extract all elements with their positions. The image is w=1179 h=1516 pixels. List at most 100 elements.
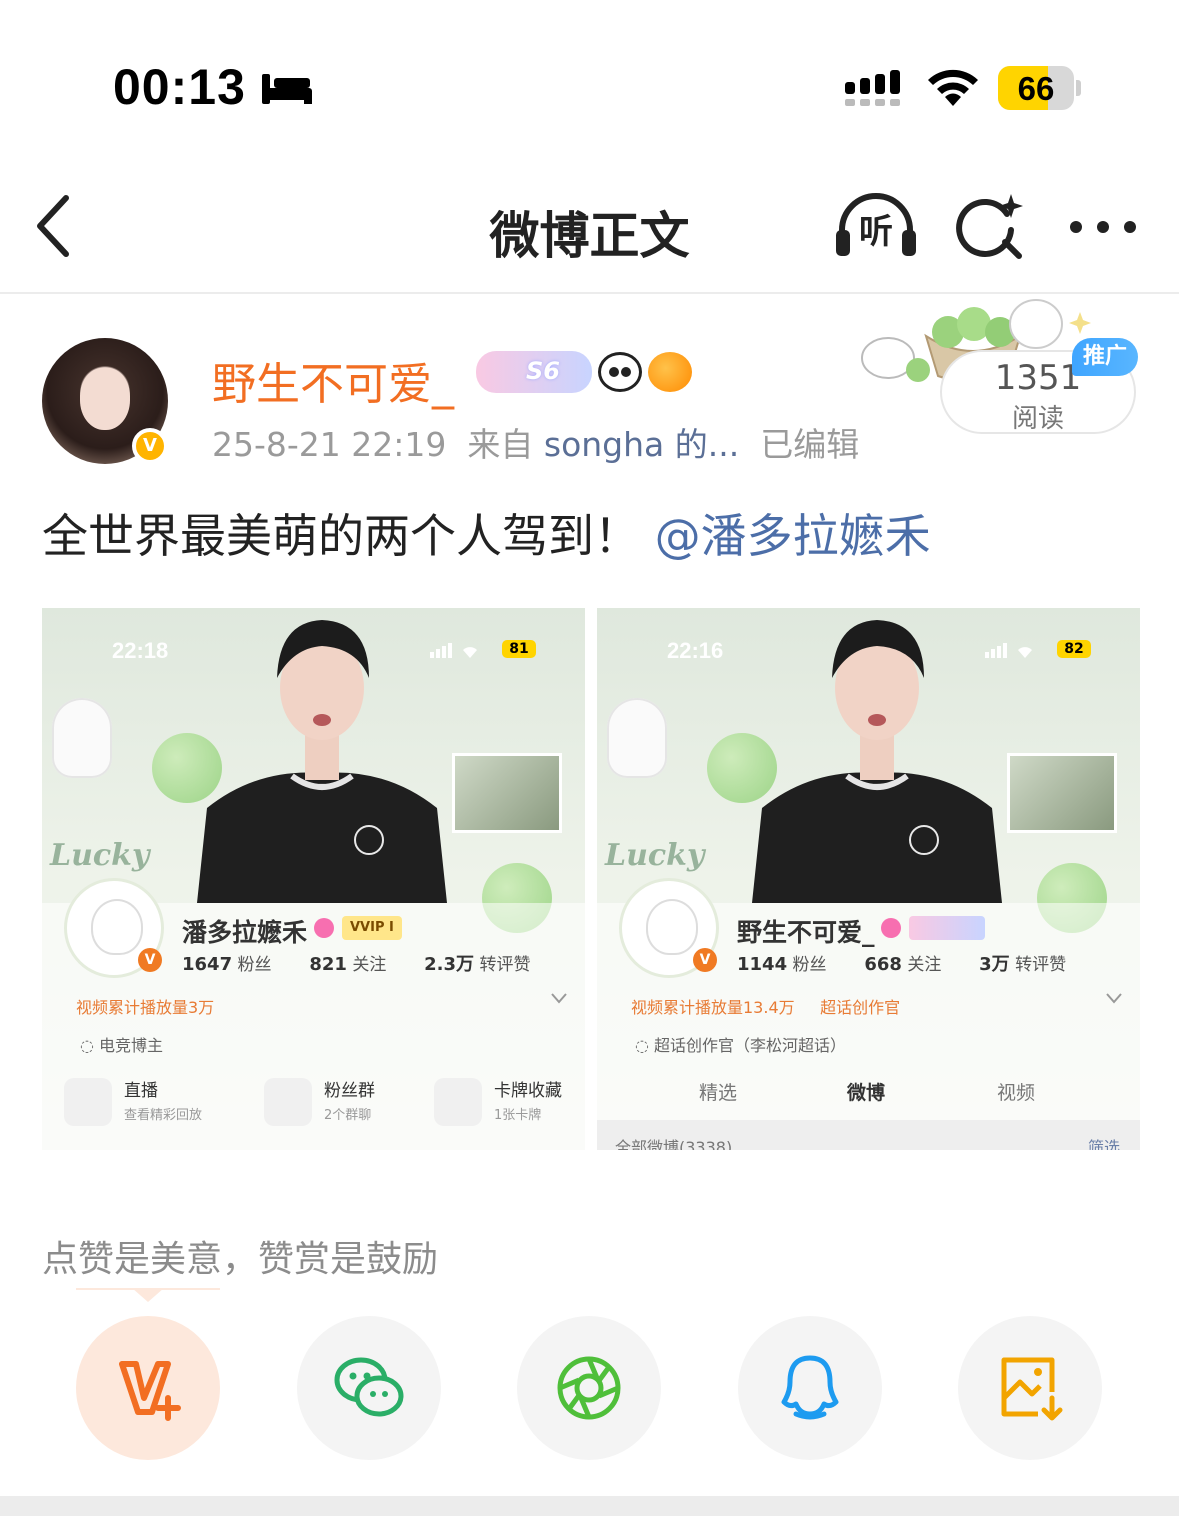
bunny-plush-icon	[607, 698, 667, 778]
battery-tip	[1076, 80, 1081, 96]
cell-sub: 1张卡牌	[494, 1108, 542, 1123]
inner-battery: 81	[502, 640, 536, 658]
share-wechat-button[interactable]	[297, 1316, 441, 1460]
nav-bar: 微博正文 听	[0, 160, 1179, 294]
chevron-down-icon	[1106, 993, 1122, 1004]
author-name[interactable]: 野生不可爱_	[212, 348, 454, 412]
stat-label: 粉丝	[792, 955, 827, 975]
chevron-down-icon	[551, 993, 567, 1004]
lucky-sticker: Lucky	[50, 838, 150, 873]
inner-thumbnail	[1007, 753, 1117, 833]
avatar-face	[80, 368, 130, 430]
inner-feature-row: 直播 查看精彩回放 粉丝群 2个群聊 卡牌收藏 1张卡牌	[42, 1070, 585, 1150]
signal-icon	[845, 70, 900, 106]
promo-tag[interactable]: 推广	[1072, 338, 1138, 376]
cell-title: 直播	[124, 1081, 158, 1101]
pointer-arrow	[132, 1288, 164, 1302]
cell-sub: 查看精彩回放	[124, 1108, 203, 1123]
stat-label: 关注	[352, 955, 387, 975]
edited-label[interactable]: 已编辑	[760, 425, 859, 464]
stat-value: 2.3万	[424, 954, 475, 975]
card-collection-icon	[434, 1078, 482, 1126]
post-meta: 25-8-21 22:19 来自 songha 的... 已编辑	[212, 418, 859, 466]
more-icon[interactable]	[1066, 210, 1140, 244]
fish-badge-icon[interactable]	[648, 352, 692, 392]
moments-icon	[557, 1356, 621, 1420]
inner-status-time: 22:18	[112, 638, 169, 663]
stat-label: 粉丝	[237, 955, 272, 975]
play-count-text: 视频累计播放量13.4万	[631, 998, 795, 1017]
stat-value: 821	[309, 954, 347, 975]
wechat-icon	[334, 1357, 404, 1417]
wifi-icon	[928, 69, 978, 106]
reward-prompt: 点赞是美意，赞赏是鼓励	[42, 1239, 439, 1280]
stat-label: 转评赞	[1015, 955, 1067, 975]
inner-tab-weibo: 微博	[847, 1082, 886, 1104]
inner-verified-icon: V	[693, 948, 717, 972]
name-badges: S6	[476, 350, 692, 394]
group-chat-icon	[264, 1078, 312, 1126]
vplus-reward-button[interactable]	[76, 1316, 220, 1460]
mention-link[interactable]: @潘多拉嬷禾	[655, 509, 931, 563]
qq-icon	[781, 1355, 839, 1420]
inner-battery: 82	[1057, 640, 1091, 658]
status-time: 00:13	[113, 59, 246, 115]
source-prefix: 来自	[467, 425, 534, 464]
inner-play-count: 视频累计播放量13.4万 超话创作官	[631, 994, 900, 1018]
inner-pink-badge-icon	[314, 918, 334, 938]
status-bar: 00:13 66	[0, 0, 1179, 150]
level-badge-label: S6	[526, 357, 560, 385]
inner-thumbnail	[452, 753, 562, 833]
stat-value: 1144	[737, 954, 788, 975]
bunny-avatar-icon	[646, 899, 698, 955]
battery-icon: 66	[998, 66, 1074, 110]
inner-pink-badge-icon	[881, 918, 901, 938]
inner-tag-line: ◌ 超话创作官（李松河超话）	[635, 1036, 847, 1055]
inner-status-time: 22:16	[667, 638, 724, 663]
panda-badge-icon[interactable]	[598, 352, 642, 392]
save-image-icon	[1001, 1357, 1063, 1421]
inner-profile-name: 潘多拉嬷禾	[182, 918, 308, 947]
inner-tag-line: ◌ 电竞博主	[80, 1036, 164, 1055]
ai-search-icon[interactable]	[955, 192, 1025, 262]
stat-value: 668	[864, 954, 902, 975]
post-timestamp: 25-8-21 22:19	[212, 425, 447, 464]
inner-level-badge	[909, 916, 985, 940]
vplus-icon	[119, 1361, 181, 1421]
cell-title: 卡牌收藏	[494, 1081, 562, 1101]
bottom-strip	[0, 1496, 1179, 1516]
post-text: 全世界最美萌的两个人驾到！ @潘多拉嬷禾	[42, 500, 931, 566]
inner-all-posts: 全部微博(3338)	[615, 1138, 733, 1150]
inner-filter: 筛选	[1087, 1138, 1120, 1150]
share-qq-button[interactable]	[738, 1316, 882, 1460]
inner-signal-icon	[430, 643, 477, 658]
inner-tab-video: 视频	[997, 1082, 1036, 1104]
share-moments-button[interactable]	[517, 1316, 661, 1460]
post-source[interactable]: songha 的...	[544, 425, 739, 464]
stat-label: 关注	[907, 955, 942, 975]
inner-tag-text: 超话创作官（李松河超话）	[654, 1036, 847, 1055]
inner-filter-bar: 全部微博(3338) 筛选	[597, 1120, 1140, 1150]
sleep-mode-icon	[262, 74, 312, 104]
level-badge-icon[interactable]: S6	[476, 351, 592, 393]
live-tv-icon	[64, 1078, 112, 1126]
inner-stats: 1144 粉丝 668 关注 3万 转评赞	[737, 950, 1066, 976]
save-image-button[interactable]	[958, 1316, 1102, 1460]
verified-badge-icon: V	[132, 428, 168, 464]
post-image-1[interactable]: 22:18 81 Lucky V 潘多拉嬷禾 VVIP I 1647 粉丝 82…	[42, 608, 585, 1150]
inner-profile-name: 野生不可爱_	[737, 918, 875, 947]
inner-stats: 1647 粉丝 821 关注 2.3万 转评赞	[182, 950, 530, 976]
stat-value: 1647	[182, 954, 233, 975]
stat-label: 转评赞	[479, 955, 531, 975]
stat-value: 3万	[979, 954, 1010, 975]
listen-button[interactable]: 听	[834, 190, 918, 262]
person-photo	[752, 620, 1002, 903]
inner-verified-icon: V	[138, 948, 162, 972]
cell-title: 粉丝群	[324, 1081, 375, 1101]
cell-sub: 2个群聊	[324, 1108, 372, 1123]
read-label: 阅读	[1011, 404, 1064, 434]
inner-signal-icon	[985, 643, 1032, 658]
post-image-2[interactable]: 22:16 82 Lucky V 野生不可爱_ 1144 粉丝 668 关注 3…	[597, 608, 1140, 1150]
inner-tag-text: 电竞博主	[99, 1036, 164, 1055]
inner-play-count: 视频累计播放量3万	[76, 998, 215, 1017]
